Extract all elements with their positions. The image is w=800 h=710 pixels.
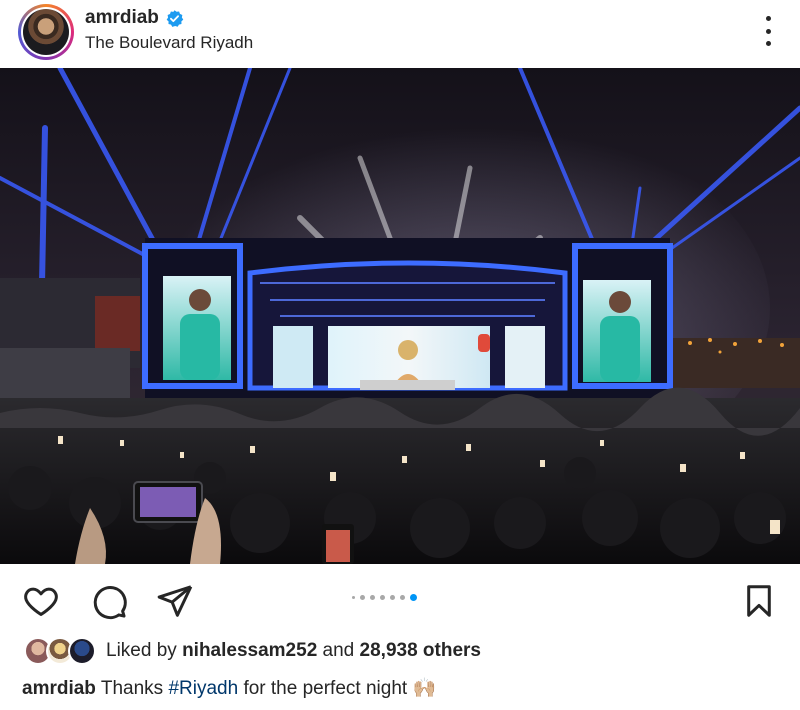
more-options-icon[interactable]	[758, 16, 778, 46]
send-icon[interactable]	[156, 582, 194, 620]
likes-prefix: Liked by	[106, 640, 177, 661]
post-location[interactable]: The Boulevard Riyadh	[85, 33, 253, 53]
verified-badge-icon	[166, 9, 184, 27]
carousel-indicator	[352, 594, 417, 601]
carousel-dot	[352, 596, 355, 599]
post-photo[interactable]	[0, 68, 800, 564]
carousel-dot	[360, 595, 365, 600]
likes-and: and	[322, 640, 355, 661]
likes-row[interactable]: Liked by nihalessam252 and 28,938 others	[24, 636, 481, 666]
carousel-dot	[370, 595, 375, 600]
liker-avatars[interactable]	[24, 637, 100, 665]
raised-hands-emoji: 🙌🏼	[412, 678, 437, 699]
carousel-dot	[400, 595, 405, 600]
heart-icon[interactable]	[22, 582, 60, 620]
caption-text-end: for the perfect night	[243, 678, 408, 699]
comment-icon[interactable]	[90, 582, 128, 620]
profile-avatar[interactable]	[18, 4, 74, 60]
carousel-dot	[390, 595, 395, 600]
caption-hashtag[interactable]: #Riyadh	[168, 678, 238, 699]
caption-username[interactable]: amrdiab	[22, 678, 96, 699]
caption-text: Thanks	[100, 678, 164, 699]
liker-avatar	[68, 637, 96, 665]
post-username[interactable]: amrdiab	[85, 7, 159, 29]
carousel-dot	[380, 595, 385, 600]
post-username-row[interactable]: amrdiab	[85, 7, 184, 29]
liker-username[interactable]: nihalessam252	[182, 640, 317, 661]
concert-photo	[0, 68, 800, 564]
carousel-dot-active	[410, 594, 417, 601]
post-caption: amrdiab Thanks #Riyadh for the perfect n…	[22, 676, 436, 700]
likes-summary: Liked by nihalessam252 and 28,938 others	[106, 640, 481, 662]
likes-others-count[interactable]: 28,938 others	[360, 640, 481, 661]
bookmark-icon[interactable]	[740, 582, 778, 620]
post-header: amrdiab The Boulevard Riyadh	[0, 0, 800, 68]
